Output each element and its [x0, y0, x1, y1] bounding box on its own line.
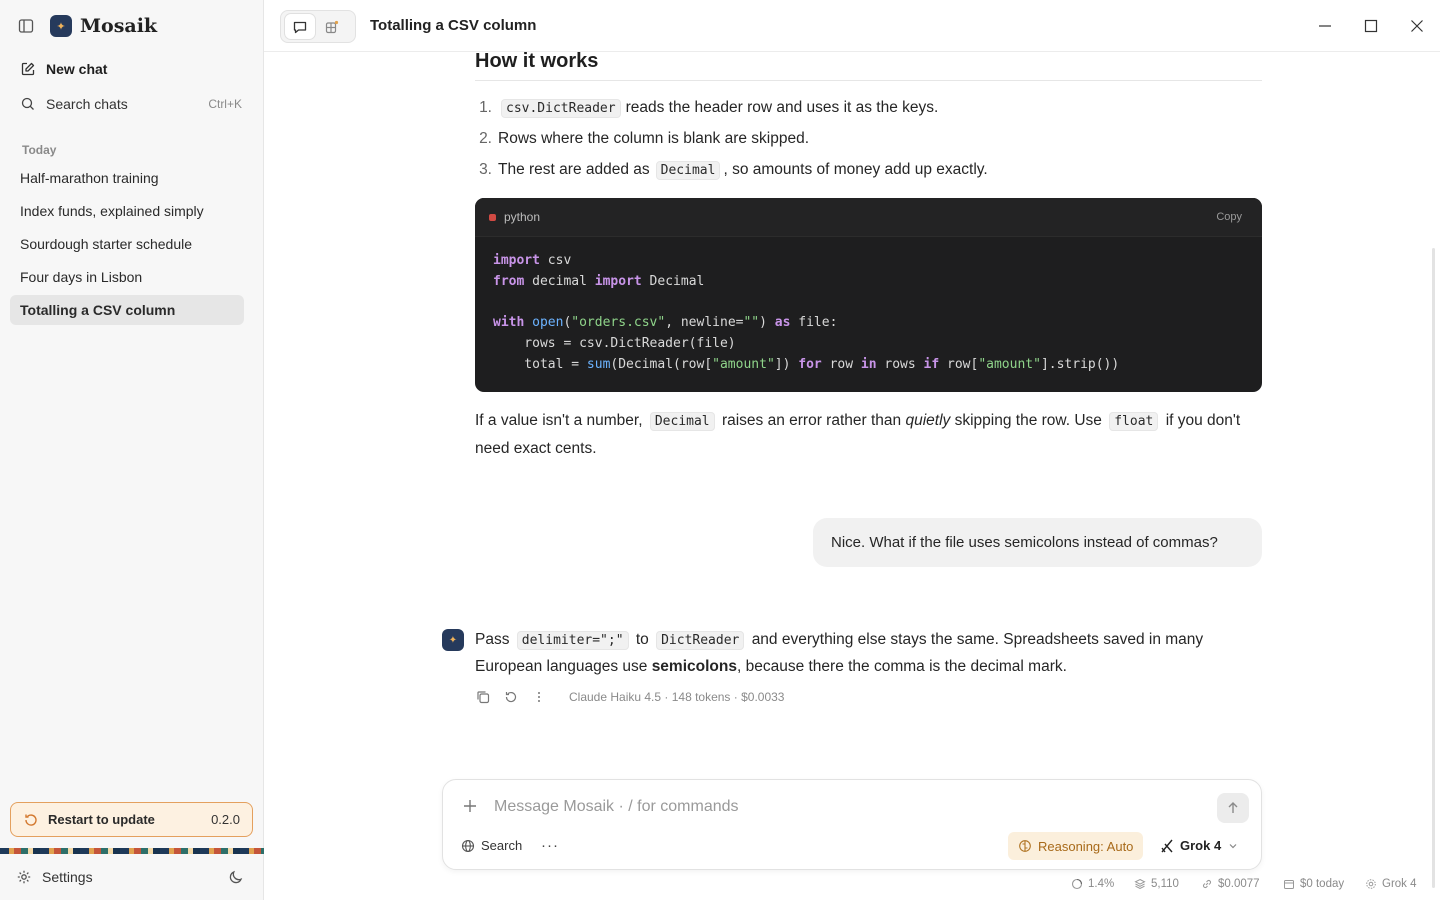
conversation-item[interactable]: Half-marathon training — [10, 163, 244, 193]
explanation-paragraph: If a value isn't a number, Decimal raise… — [475, 412, 1241, 457]
view-switch — [280, 10, 356, 43]
inline-code: DictReader — [656, 631, 745, 650]
link-icon — [1201, 878, 1213, 890]
attach-plus-icon[interactable] — [461, 797, 479, 815]
status-bar: 1.4% 5,110 $0.0077 $0 today Grok 4 — [264, 878, 1424, 894]
restart-to-update-button[interactable]: Restart to update 0.2.0 — [10, 802, 253, 837]
inline-code: csv.DictReader — [501, 98, 621, 118]
message-input[interactable]: Message Mosaik · / for commands — [494, 798, 739, 816]
chevron-down-icon — [1227, 840, 1239, 852]
settings-button[interactable]: Settings — [16, 867, 93, 887]
inline-code: Decimal — [655, 160, 721, 180]
list-text: reads the header row and uses it as the … — [625, 99, 939, 116]
code-block-header: python Copy — [475, 198, 1262, 237]
list-item: 3. The rest are added as Decimal , so am… — [475, 159, 988, 181]
inline-code: float — [1109, 412, 1159, 431]
code-content: import csv from decimal import Decimal w… — [493, 253, 1120, 372]
more-vertical-icon[interactable] — [531, 689, 547, 705]
app-name: Mosaik — [80, 15, 158, 37]
list-text: Rows where the column is blank are skipp… — [498, 130, 810, 147]
message-actions: Claude Haiku 4.5 · 148 tokens · $0.0033 — [475, 688, 784, 706]
model-name: Grok 4 — [1180, 838, 1222, 853]
conversation-item[interactable]: Index funds, explained simply — [10, 196, 244, 226]
user-message-bubble: Nice. What if the file uses semicolons i… — [813, 518, 1262, 567]
search-chats-button[interactable]: Search chats Ctrl+K — [10, 88, 254, 120]
list-text: , so amounts of money add up exactly. — [723, 161, 988, 178]
copy-icon[interactable] — [475, 689, 491, 705]
search-shortcut: Ctrl+K — [208, 97, 242, 111]
theme-toggle-moon-icon[interactable] — [228, 869, 244, 885]
new-chat-button[interactable]: New chat — [10, 53, 254, 85]
scrollbar[interactable] — [1432, 248, 1435, 888]
inline-code: delimiter=";" — [516, 631, 629, 650]
gear-icon — [1365, 878, 1377, 890]
sidebar-toggle-icon[interactable] — [18, 18, 34, 34]
context-ring-icon — [1071, 878, 1083, 890]
composer: Message Mosaik · / for commands Search ·… — [442, 779, 1262, 870]
app-logo-icon: ✦ — [50, 15, 72, 37]
token-count: 5,110 — [1134, 878, 1179, 890]
model-selector[interactable]: Grok 4 — [1160, 838, 1239, 853]
assistant-message: Pass delimiter=";" to DictReader and eve… — [475, 631, 1204, 675]
message-meta: Claude Haiku 4.5 · 148 tokens · $0.0033 — [569, 690, 785, 704]
list-number: 1. — [479, 99, 492, 116]
arrow-up-icon — [1228, 802, 1238, 813]
group-label-today: Today — [22, 143, 57, 157]
list-number: 2. — [479, 130, 492, 147]
send-button[interactable] — [1217, 793, 1249, 823]
language-dot-icon — [489, 213, 496, 221]
brain-icon — [1018, 839, 1032, 853]
reasoning-toggle[interactable]: Reasoning: Auto — [1008, 832, 1144, 860]
section-heading: How it works — [475, 50, 599, 72]
mosaic-decoration — [0, 848, 264, 854]
gear-icon — [16, 869, 32, 885]
list-text: The rest are added as — [498, 161, 650, 178]
status-model: Grok 4 — [1365, 878, 1417, 890]
sidebar: ✦ Mosaik New chat Search chats Ctrl+K To… — [0, 0, 264, 900]
chat-view-button[interactable] — [285, 14, 315, 39]
conversation-item-active[interactable]: Totalling a CSV column — [10, 295, 244, 325]
model-logo-icon — [1160, 839, 1174, 853]
regenerate-icon[interactable] — [503, 689, 519, 705]
update-label: Restart to update — [48, 812, 155, 827]
close-icon[interactable] — [1407, 16, 1427, 36]
reasoning-label: Reasoning: Auto — [1038, 838, 1134, 854]
calendar-icon — [1283, 878, 1295, 890]
search-toggle-label: Search — [481, 838, 523, 853]
chat-bubble-icon — [293, 21, 307, 33]
inline-code: Decimal — [649, 412, 715, 431]
list-item: 1. csv.DictReader reads the header row a… — [475, 97, 938, 119]
code-block: python Copy import csv from decimal impo… — [475, 198, 1262, 392]
update-version: 0.2.0 — [211, 812, 240, 827]
settings-label: Settings — [42, 869, 93, 885]
search-chats-label: Search chats — [46, 96, 128, 112]
chat-title: Totalling a CSV column — [370, 17, 537, 34]
code-language: python — [504, 210, 541, 224]
copy-code-button[interactable]: Copy — [1216, 211, 1242, 223]
new-chat-label: New chat — [46, 61, 108, 77]
layers-icon — [1134, 878, 1146, 890]
canvas-view-button[interactable] — [317, 14, 347, 39]
web-search-toggle[interactable]: Search — [461, 838, 522, 853]
grid-sparkle-icon — [325, 20, 339, 33]
compose-icon — [20, 61, 36, 77]
conversation-item[interactable]: Four days in Lisbon — [10, 262, 244, 292]
top-bar: Totalling a CSV column — [264, 0, 1440, 52]
conversation-item[interactable]: Sourdough starter schedule — [10, 229, 244, 259]
context-usage: 1.4% — [1071, 878, 1114, 890]
maximize-icon[interactable] — [1361, 16, 1381, 36]
search-icon — [20, 96, 36, 112]
session-cost: $0.0077 — [1201, 878, 1260, 890]
list-item: 2. Rows where the column is blank are sk… — [475, 128, 809, 150]
chat-content: How it works 1. csv.DictReader reads the… — [264, 50, 1440, 900]
heading-divider — [475, 80, 1262, 81]
list-number: 3. — [479, 161, 492, 178]
assistant-avatar-icon: ✦ — [442, 629, 464, 651]
minimize-icon[interactable] — [1315, 16, 1335, 36]
more-options-button[interactable]: ··· — [541, 837, 559, 854]
globe-icon — [461, 839, 475, 853]
refresh-icon — [23, 812, 39, 828]
today-cost: $0 today — [1283, 878, 1344, 890]
